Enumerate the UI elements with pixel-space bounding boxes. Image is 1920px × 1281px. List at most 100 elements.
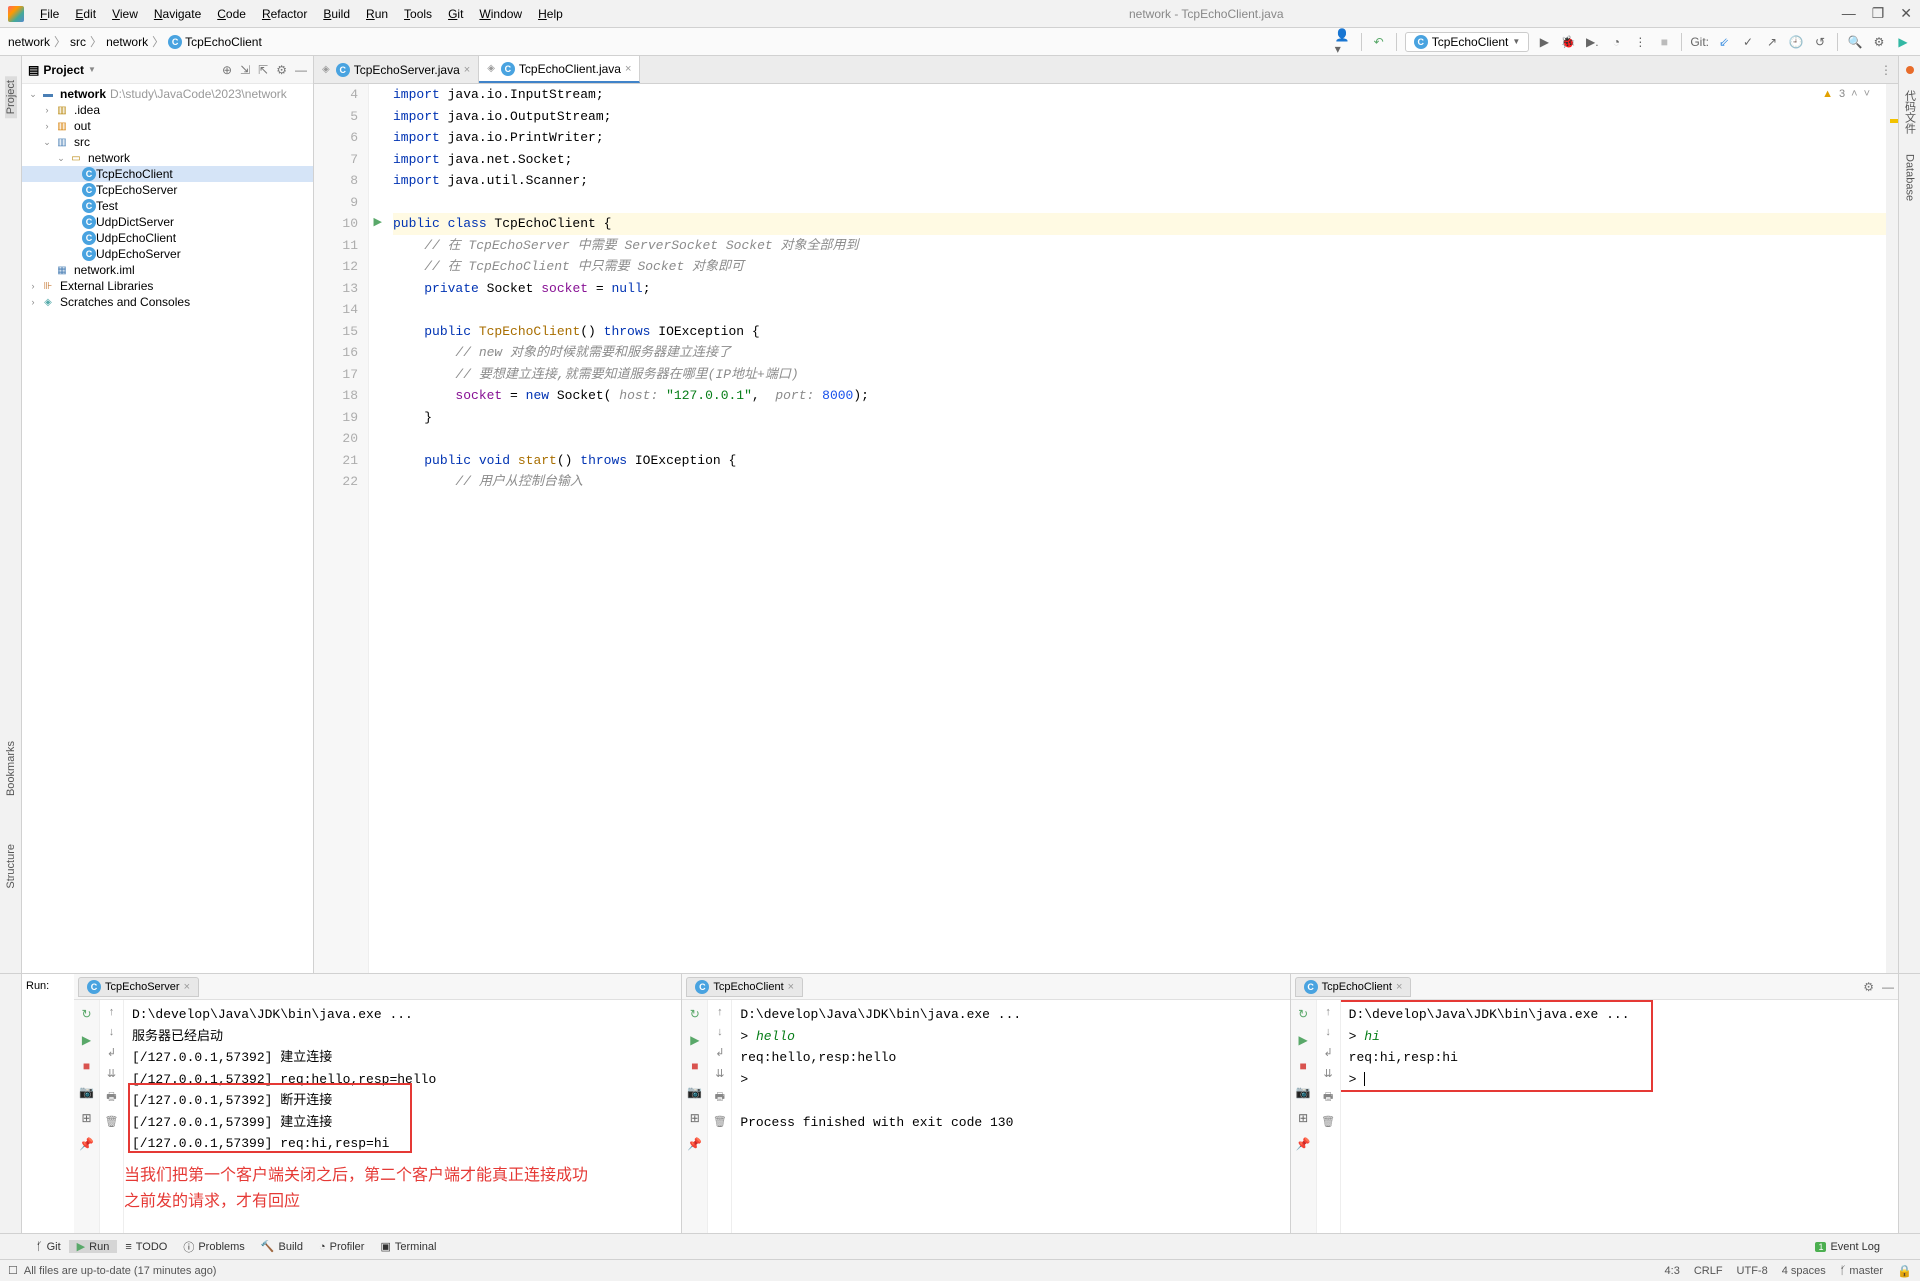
bottom-tab-build[interactable]: 🔨Build: [253, 1240, 311, 1253]
code-content[interactable]: import java.io.InputStream;import java.i…: [369, 84, 1898, 973]
debug-button[interactable]: 🐞: [1559, 33, 1577, 51]
profile-button[interactable]: ◔: [1607, 33, 1625, 51]
menu-run[interactable]: Run: [358, 7, 396, 21]
close-button[interactable]: ✕: [1900, 5, 1912, 22]
gear-icon[interactable]: ⚙: [1863, 980, 1874, 994]
tree-root[interactable]: ⌄ ▬ network D:\study\JavaCode\2023\netwo…: [22, 86, 313, 102]
tree-node-udpechoserver[interactable]: CUdpEchoServer: [22, 246, 313, 262]
scratches[interactable]: › ◈ Scratches and Consoles: [22, 294, 313, 310]
back-icon[interactable]: ↶: [1370, 33, 1388, 51]
menu-code[interactable]: Code: [209, 7, 254, 21]
run-tab[interactable]: CTcpEchoClient×: [1295, 977, 1412, 997]
breadcrumb-item[interactable]: network: [106, 35, 148, 49]
tab-bookmarks[interactable]: Bookmarks: [5, 737, 17, 800]
external-libraries[interactable]: › ⊪ External Libraries: [22, 278, 313, 294]
tree-node-src[interactable]: ⌄▥src: [22, 134, 313, 150]
stop-icon[interactable]: ■: [1295, 1058, 1311, 1074]
project-dropdown[interactable]: ▤ Project ▼: [28, 63, 96, 77]
project-tree[interactable]: ⌄ ▬ network D:\study\JavaCode\2023\netwo…: [22, 84, 313, 973]
bottom-tab-git[interactable]: ᚶGit: [28, 1241, 69, 1253]
menu-refactor[interactable]: Refactor: [254, 7, 315, 21]
chevron-down-icon[interactable]: ˅: [1864, 88, 1870, 100]
editor-tabs-more[interactable]: ⋮: [1874, 56, 1898, 83]
bottom-tab-profiler[interactable]: ◔Profiler: [311, 1241, 373, 1253]
run-tab[interactable]: CTcpEchoServer×: [78, 977, 199, 997]
expand-all-icon[interactable]: ⇲: [240, 63, 250, 77]
layout-icon[interactable]: ⊞: [687, 1110, 703, 1126]
line-separator[interactable]: CRLF: [1694, 1265, 1723, 1277]
scroll-icon[interactable]: ⇊: [1324, 1067, 1333, 1080]
rerun-icon[interactable]: ↻: [687, 1006, 703, 1022]
run-icon[interactable]: ▶: [1295, 1032, 1311, 1048]
bottom-tab-todo[interactable]: ≡TODO: [117, 1241, 175, 1253]
menu-git[interactable]: Git: [440, 7, 471, 21]
up-icon[interactable]: ↑: [717, 1006, 723, 1018]
print-icon[interactable]: 🖶: [1323, 1088, 1333, 1107]
tree-node-udpechoclient[interactable]: CUdpEchoClient: [22, 230, 313, 246]
tree-node-network-iml[interactable]: ▦network.iml: [22, 262, 313, 278]
run-button[interactable]: ▶: [1535, 33, 1553, 51]
menu-edit[interactable]: Edit: [67, 7, 104, 21]
tree-node-udpdictserver[interactable]: CUdpDictServer: [22, 214, 313, 230]
coverage-button[interactable]: ▶.: [1583, 33, 1601, 51]
menu-build[interactable]: Build: [315, 7, 358, 21]
lock-icon[interactable]: 🔒: [1897, 1264, 1912, 1278]
hide-icon[interactable]: —: [1882, 980, 1894, 994]
collapse-all-icon[interactable]: ⇱: [258, 63, 268, 77]
wrap-icon[interactable]: ↲: [107, 1046, 116, 1059]
wrap-icon[interactable]: ↲: [1324, 1046, 1333, 1059]
search-button[interactable]: 🔍: [1846, 33, 1864, 51]
editor-inspections[interactable]: ▲ 3 ˄ ˅: [1822, 88, 1870, 100]
tree-node--idea[interactable]: ›▥.idea: [22, 102, 313, 118]
editor-scrollbar[interactable]: [1886, 84, 1898, 973]
minimize-button[interactable]: —: [1842, 5, 1856, 22]
run-icon[interactable]: ▶: [79, 1032, 95, 1048]
rerun-icon[interactable]: ↻: [1295, 1006, 1311, 1022]
menu-tools[interactable]: Tools: [396, 7, 440, 21]
event-log[interactable]: 1Event Log: [1807, 1241, 1888, 1253]
breadcrumb-item[interactable]: network: [8, 35, 50, 49]
settings-icon[interactable]: ⚙: [276, 63, 287, 77]
editor-tab[interactable]: ◈CTcpEchoServer.java×: [314, 56, 479, 83]
tree-node-tcpechoclient[interactable]: CTcpEchoClient: [22, 166, 313, 182]
close-tab-icon[interactable]: ×: [625, 63, 631, 75]
tab-codefile[interactable]: 代码文件: [1902, 86, 1918, 138]
run-tab[interactable]: CTcpEchoClient×: [686, 977, 803, 997]
more-run-button[interactable]: ▶: [1894, 33, 1912, 51]
update-button[interactable]: ⇙: [1715, 33, 1733, 51]
hide-icon[interactable]: —: [295, 63, 307, 77]
pin-icon[interactable]: 📌: [687, 1136, 703, 1152]
scroll-icon[interactable]: ⇊: [107, 1067, 116, 1080]
menu-navigate[interactable]: Navigate: [146, 7, 209, 21]
attach-button[interactable]: ⋮: [1631, 33, 1649, 51]
print-icon[interactable]: 🖶: [715, 1088, 725, 1107]
scroll-icon[interactable]: ⇊: [715, 1067, 724, 1080]
delete-icon[interactable]: 🗑: [105, 1115, 119, 1128]
pin-icon[interactable]: 📌: [79, 1136, 95, 1152]
editor-body[interactable]: ▲ 3 ˄ ˅ 45678910▶11121314151617181920212…: [314, 84, 1898, 973]
breadcrumb-file[interactable]: CTcpEchoClient: [168, 35, 262, 49]
delete-icon[interactable]: 🗑: [1321, 1115, 1335, 1128]
rollback-button[interactable]: ↺: [1811, 33, 1829, 51]
down-icon[interactable]: ↓: [1325, 1026, 1331, 1038]
run-output[interactable]: D:\develop\Java\JDK\bin\java.exe ...> he…: [732, 1000, 1289, 1233]
settings-button[interactable]: ⚙: [1870, 33, 1888, 51]
tab-project[interactable]: Project: [5, 76, 17, 118]
down-icon[interactable]: ↓: [717, 1026, 723, 1038]
git-branch[interactable]: ᚶ master: [1840, 1265, 1883, 1277]
status-icon[interactable]: ☐: [8, 1264, 18, 1277]
menu-view[interactable]: View: [104, 7, 146, 21]
chevron-up-icon[interactable]: ˄: [1851, 88, 1857, 100]
menu-window[interactable]: Window: [471, 7, 530, 21]
history-button[interactable]: 🕘: [1787, 33, 1805, 51]
encoding[interactable]: UTF-8: [1737, 1265, 1768, 1277]
up-icon[interactable]: ↑: [1325, 1006, 1331, 1018]
camera-icon[interactable]: 📷: [1295, 1084, 1311, 1100]
run-gutter-icon[interactable]: ▶: [374, 213, 382, 235]
close-tab-icon[interactable]: ×: [184, 981, 190, 993]
tree-node-tcpechoserver[interactable]: CTcpEchoServer: [22, 182, 313, 198]
delete-icon[interactable]: 🗑: [713, 1115, 727, 1128]
rerun-icon[interactable]: ↻: [79, 1006, 95, 1022]
close-tab-icon[interactable]: ×: [788, 981, 794, 993]
close-tab-icon[interactable]: ×: [1396, 981, 1402, 993]
